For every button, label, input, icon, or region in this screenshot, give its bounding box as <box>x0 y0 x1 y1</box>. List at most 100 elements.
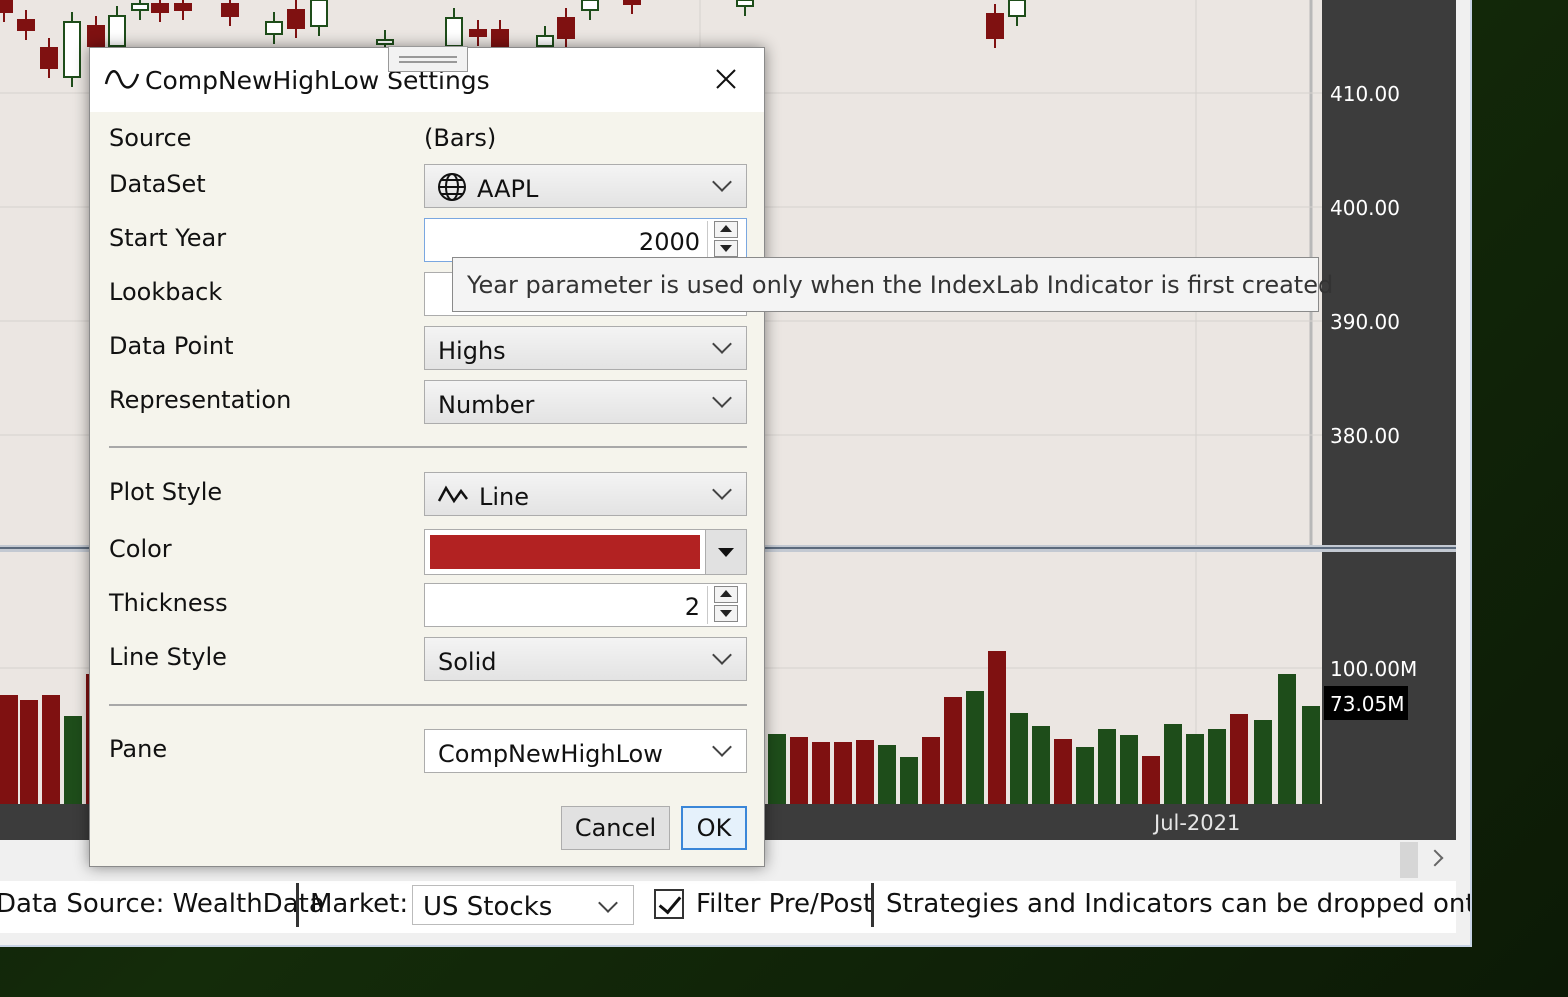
volume-bar <box>42 695 60 804</box>
candle <box>108 15 126 47</box>
dialog-titlebar[interactable]: CompNewHighLow Settings <box>90 46 764 112</box>
chevron-down-icon <box>598 893 618 913</box>
volume-bar <box>922 737 940 804</box>
chevron-down-icon <box>712 645 732 665</box>
pane-label: Pane <box>109 735 168 763</box>
candle <box>174 3 192 11</box>
arrow-down-icon[interactable] <box>714 240 738 257</box>
candle <box>536 35 554 47</box>
tooltip: Year parameter is used only when the Ind… <box>452 257 1333 312</box>
volume-bar <box>1254 720 1272 804</box>
candle <box>40 47 58 69</box>
thickness-stepper[interactable] <box>707 586 744 624</box>
filter-prepost-label[interactable]: Filter Pre/Post <box>696 889 873 919</box>
thickness-label: Thickness <box>109 589 228 617</box>
divider <box>871 883 874 927</box>
chevron-down-icon <box>712 334 732 354</box>
checkmark-icon <box>658 890 682 915</box>
filter-prepost-checkbox[interactable] <box>654 889 684 919</box>
volume-bar <box>1230 714 1248 804</box>
section-divider <box>109 704 747 706</box>
date-tick-label: Jul-2021 <box>1152 811 1240 835</box>
arrow-up-icon[interactable] <box>714 221 738 238</box>
start-year-label: Start Year <box>109 224 227 252</box>
line-plot-icon <box>437 485 468 504</box>
candle <box>310 0 328 27</box>
candle <box>151 3 169 13</box>
volume-bar <box>1278 674 1296 804</box>
thickness-input[interactable]: 2 <box>424 583 747 627</box>
volume-bar <box>1054 739 1072 804</box>
candle <box>1008 0 1026 17</box>
volume-bar <box>878 745 896 804</box>
color-dropdown-button[interactable] <box>705 530 746 574</box>
scroll-thumb[interactable] <box>1400 842 1418 878</box>
market-select[interactable]: US Stocks <box>412 885 634 925</box>
candle <box>265 21 283 35</box>
market-select-value: US Stocks <box>423 892 553 922</box>
chevron-down-icon <box>712 480 732 500</box>
candle <box>491 29 509 47</box>
dataset-select[interactable]: AAPL <box>424 164 747 208</box>
candle <box>221 3 239 17</box>
candle <box>736 0 754 7</box>
volume-last-label: 73.05M <box>1330 692 1405 716</box>
close-icon[interactable] <box>700 60 750 100</box>
settings-dialog: CompNewHighLow Settings Source (Bars) Da… <box>89 46 765 867</box>
volume-bar <box>1098 729 1116 804</box>
line-style-value: Solid <box>438 648 497 676</box>
volume-bar <box>900 757 918 804</box>
representation-value: Number <box>438 391 535 419</box>
volume-bar <box>1010 713 1028 804</box>
arrow-up-icon[interactable] <box>714 586 738 603</box>
volume-tick-label: 100.00M <box>1330 657 1417 681</box>
candle <box>445 17 463 47</box>
status-bar: Data Source: WealthData Market: US Stock… <box>0 881 1470 933</box>
volume-bar <box>20 700 38 804</box>
data-point-select[interactable]: Highs <box>424 326 747 370</box>
pane-value: CompNewHighLow <box>438 740 663 768</box>
line-plot-icon <box>104 70 140 89</box>
source-value: (Bars) <box>424 124 497 152</box>
color-picker[interactable] <box>424 529 747 575</box>
dataset-label: DataSet <box>109 170 206 198</box>
representation-select[interactable]: Number <box>424 380 747 424</box>
chevron-down-icon <box>712 388 732 408</box>
plot-style-value: Line <box>479 483 530 511</box>
thickness-value: 2 <box>684 593 700 621</box>
ok-button[interactable]: OK <box>681 806 747 850</box>
candle <box>581 0 599 11</box>
candle <box>0 0 13 13</box>
arrow-down-icon[interactable] <box>714 605 738 622</box>
volume-bar <box>790 737 808 804</box>
candle <box>557 17 575 39</box>
start-year-stepper[interactable] <box>707 221 744 259</box>
pane-select[interactable]: CompNewHighLow <box>424 729 747 773</box>
volume-bar <box>0 695 18 804</box>
start-year-input[interactable]: 2000 <box>424 218 747 262</box>
volume-bar <box>988 651 1006 804</box>
section-divider <box>109 446 747 448</box>
volume-bar <box>834 742 852 804</box>
plot-style-select[interactable]: Line <box>424 472 747 516</box>
drag-handle[interactable] <box>388 46 468 72</box>
line-style-select[interactable]: Solid <box>424 637 747 681</box>
volume-bar <box>1120 735 1138 804</box>
data-point-value: Highs <box>438 337 506 365</box>
candle <box>17 19 35 31</box>
globe-icon <box>438 173 466 201</box>
color-swatch[interactable] <box>430 535 700 569</box>
color-label: Color <box>109 535 172 563</box>
candle <box>131 3 149 11</box>
price-tick-label: 400.00 <box>1330 196 1400 220</box>
volume-bar <box>1032 726 1050 804</box>
cancel-button[interactable]: Cancel <box>561 806 670 850</box>
tooltip-text: Year parameter is used only when the Ind… <box>467 271 1334 299</box>
source-label: Source <box>109 124 192 152</box>
caret-down-icon <box>718 548 734 557</box>
candle <box>469 29 487 37</box>
scroll-right-icon[interactable] <box>1426 849 1444 867</box>
plot-style-label: Plot Style <box>109 478 223 506</box>
volume-bar <box>64 716 82 804</box>
volume-bar <box>856 740 874 804</box>
